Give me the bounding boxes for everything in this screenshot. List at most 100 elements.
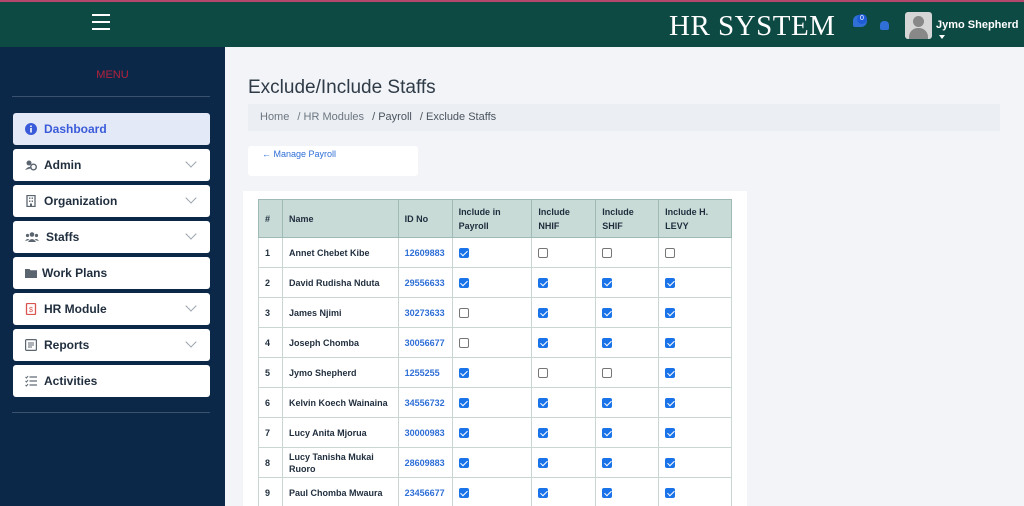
include-payroll-checkbox[interactable]	[458, 428, 469, 439]
include-levy-checkbox[interactable]	[665, 458, 676, 469]
staff-name: David Rudisha Nduta	[281, 267, 399, 298]
include-nhif-checkbox[interactable]	[538, 368, 549, 379]
include-nhif-checkbox[interactable]	[538, 308, 549, 319]
include-shif-checkbox[interactable]	[602, 308, 613, 319]
manage-payroll-link[interactable]: ← Manage Payroll	[262, 149, 336, 159]
include-shif-checkbox[interactable]	[602, 488, 613, 499]
table-row: 8 Lucy Tanisha Mukai Ruoro 28609883	[258, 447, 732, 478]
checkbox-cell	[451, 417, 533, 448]
table-row: 4 Joseph Chomba 30056677	[258, 327, 732, 358]
avatar[interactable]	[905, 12, 932, 39]
include-levy-checkbox[interactable]	[665, 248, 676, 259]
include-shif-checkbox[interactable]	[602, 248, 613, 259]
include-shif-checkbox[interactable]	[602, 368, 613, 379]
include-payroll-checkbox[interactable]	[458, 278, 469, 289]
include-nhif-checkbox[interactable]	[538, 428, 549, 439]
include-levy-checkbox[interactable]	[665, 488, 676, 499]
checkbox-cell	[531, 327, 597, 358]
checkbox-cell	[451, 297, 533, 328]
row-number: 9	[258, 477, 283, 506]
sidebar-item-dashboard[interactable]: Dashboard	[13, 113, 210, 145]
sidebar-item-organization[interactable]: Organization	[13, 185, 210, 217]
include-nhif-checkbox[interactable]	[538, 248, 549, 259]
menu-title: MENU	[96, 69, 129, 81]
checkbox-cell	[658, 387, 732, 418]
breadcrumb-home[interactable]: Home	[260, 111, 289, 123]
staff-name: James Njimi	[281, 297, 399, 328]
chevron-down-icon	[185, 192, 197, 204]
row-number: 5	[258, 357, 283, 388]
include-nhif-checkbox[interactable]	[538, 338, 549, 349]
header-id-no: ID No	[397, 199, 453, 238]
sidebar-item-hr-module[interactable]: $ HR Module	[13, 293, 210, 325]
checkbox-cell	[658, 477, 732, 506]
checkbox-cell	[531, 237, 597, 268]
include-levy-checkbox[interactable]	[665, 398, 676, 409]
include-shif-checkbox[interactable]	[602, 458, 613, 469]
staff-name: Jymo Shepherd	[281, 357, 399, 388]
staff-id-link[interactable]: 23456677	[397, 477, 453, 506]
include-payroll-checkbox[interactable]	[458, 458, 469, 469]
hamburger-menu-icon[interactable]	[92, 14, 110, 30]
staff-id-link[interactable]: 34556732	[397, 387, 453, 418]
menu-divider	[12, 96, 210, 97]
include-payroll-checkbox[interactable]	[458, 488, 469, 499]
user-menu-toggle[interactable]: Jymo Shepherd	[936, 19, 1024, 43]
staff-table: # Name ID No Include in Payroll Include …	[258, 199, 732, 506]
checkbox-cell	[658, 237, 732, 268]
sidebar-item-activities[interactable]: Activities	[13, 365, 210, 397]
staff-id-link[interactable]: 30056677	[397, 327, 453, 358]
checkbox-cell	[531, 387, 597, 418]
include-payroll-checkbox[interactable]	[458, 368, 469, 379]
header-include-levy: Include H. LEVY	[658, 199, 732, 238]
sidebar-item-label: Organization	[44, 194, 118, 208]
include-shif-checkbox[interactable]	[602, 278, 613, 289]
checkbox-cell	[451, 357, 533, 388]
staff-name: Kelvin Koech Wainaina	[281, 387, 399, 418]
sidebar: MENU Dashboard Admin Organization Staffs…	[0, 47, 225, 506]
staff-id-link[interactable]: 29556633	[397, 267, 453, 298]
include-levy-checkbox[interactable]	[665, 338, 676, 349]
include-payroll-checkbox[interactable]	[458, 338, 469, 349]
include-nhif-checkbox[interactable]	[538, 398, 549, 409]
include-nhif-checkbox[interactable]	[538, 278, 549, 289]
include-shif-checkbox[interactable]	[602, 338, 613, 349]
checkbox-cell	[658, 297, 732, 328]
include-payroll-checkbox[interactable]	[458, 248, 469, 259]
include-levy-checkbox[interactable]	[665, 428, 676, 439]
sidebar-item-staffs[interactable]: Staffs	[13, 221, 210, 253]
checkbox-cell	[451, 387, 533, 418]
include-levy-checkbox[interactable]	[665, 308, 676, 319]
table-row: 1 Annet Chebet Kibe 12609883	[258, 237, 732, 268]
include-levy-checkbox[interactable]	[665, 368, 676, 379]
table-row: 2 David Rudisha Nduta 29556633	[258, 267, 732, 298]
table-body: 1 Annet Chebet Kibe 12609883 2 David Rudisha…	[258, 237, 732, 506]
bell-icon[interactable]	[880, 21, 889, 30]
svg-text:$: $	[29, 307, 33, 314]
table-row: 6 Kelvin Koech Wainaina 34556732	[258, 387, 732, 418]
checkbox-cell	[531, 417, 597, 448]
include-shif-checkbox[interactable]	[602, 428, 613, 439]
checkbox-cell	[531, 297, 597, 328]
checkbox-cell	[531, 447, 597, 478]
checkbox-cell	[531, 267, 597, 298]
staff-id-link[interactable]: 12609883	[397, 237, 453, 268]
staff-id-link[interactable]: 30000983	[397, 417, 453, 448]
sidebar-item-reports[interactable]: Reports	[13, 329, 210, 361]
include-shif-checkbox[interactable]	[602, 398, 613, 409]
staff-id-link[interactable]: 30273633	[397, 297, 453, 328]
sidebar-item-admin[interactable]: Admin	[13, 149, 210, 181]
include-levy-checkbox[interactable]	[665, 278, 676, 289]
sidebar-item-work-plans[interactable]: Work Plans	[13, 257, 210, 289]
include-payroll-checkbox[interactable]	[458, 308, 469, 319]
staff-name: Annet Chebet Kibe	[281, 237, 399, 268]
breadcrumb-hr-modules[interactable]: / HR Modules	[297, 111, 364, 123]
include-nhif-checkbox[interactable]	[538, 458, 549, 469]
include-payroll-checkbox[interactable]	[458, 398, 469, 409]
include-nhif-checkbox[interactable]	[538, 488, 549, 499]
chevron-down-icon	[185, 228, 197, 240]
staff-id-link[interactable]: 28609883	[397, 447, 453, 478]
breadcrumb-payroll[interactable]: / Payroll	[372, 111, 412, 123]
info-circle-icon	[25, 123, 37, 135]
staff-id-link[interactable]: 1255255	[397, 357, 453, 388]
